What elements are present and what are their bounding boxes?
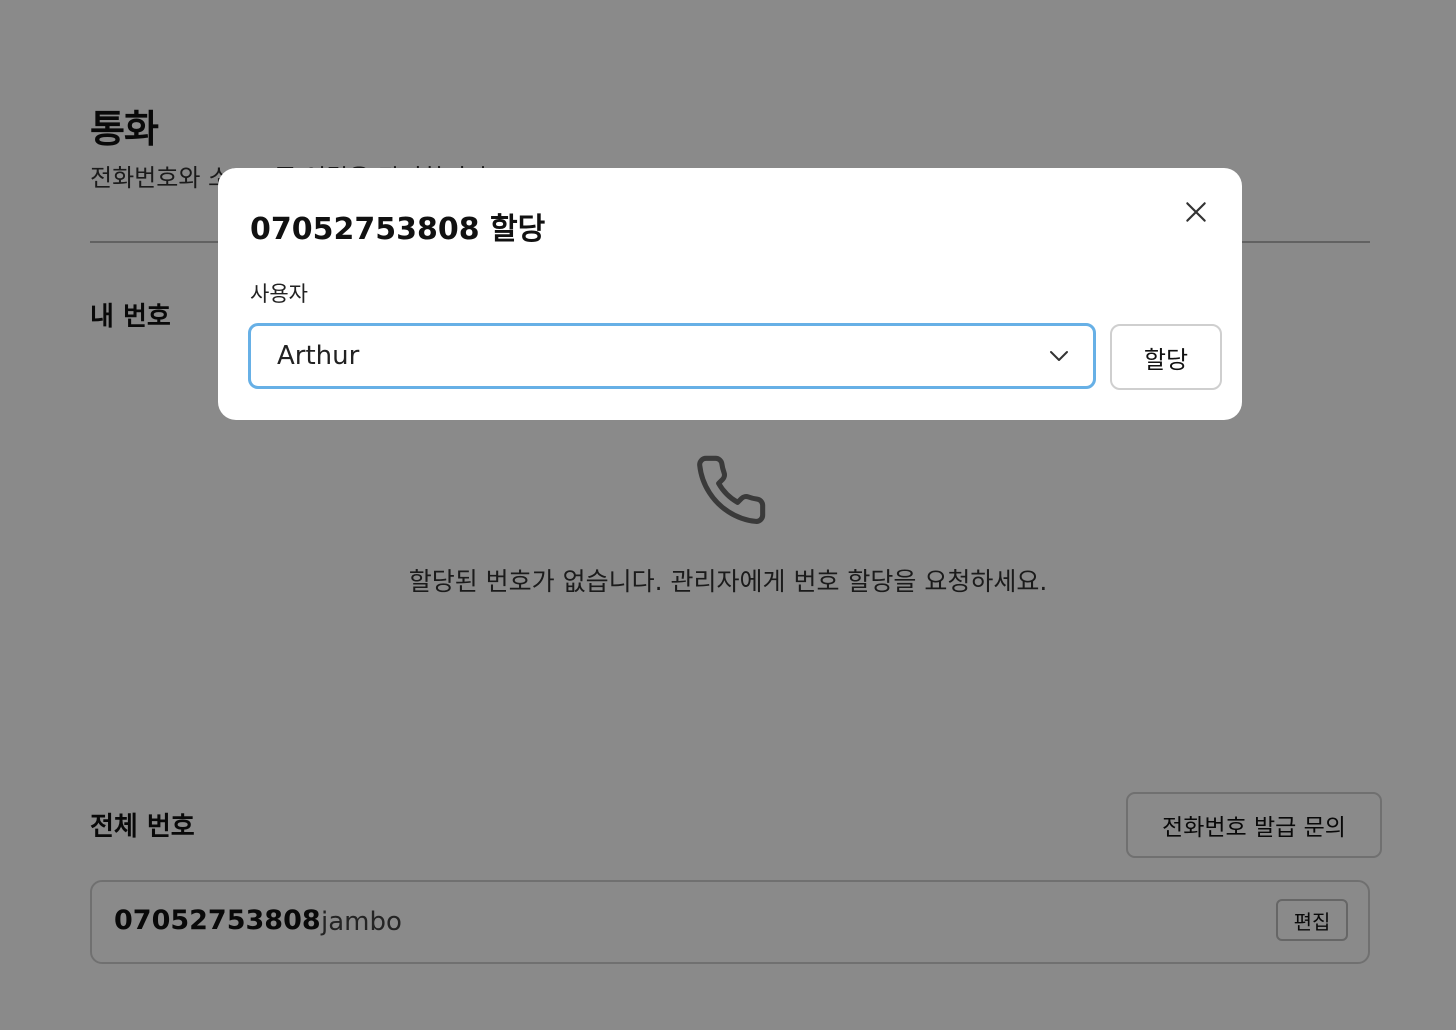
assign-number-dialog: 07052753808 할당 사용자 Arthur 할당 xyxy=(218,168,1242,420)
chevron-down-icon xyxy=(1047,344,1071,368)
user-field-label: 사용자 xyxy=(250,282,308,306)
close-icon[interactable] xyxy=(1178,194,1214,230)
user-select[interactable]: Arthur xyxy=(248,323,1096,389)
user-select-value: Arthur xyxy=(277,341,360,371)
modal-backdrop[interactable] xyxy=(0,0,1456,1030)
dialog-title: 07052753808 할당 xyxy=(250,212,546,247)
assign-button[interactable]: 할당 xyxy=(1110,324,1222,390)
